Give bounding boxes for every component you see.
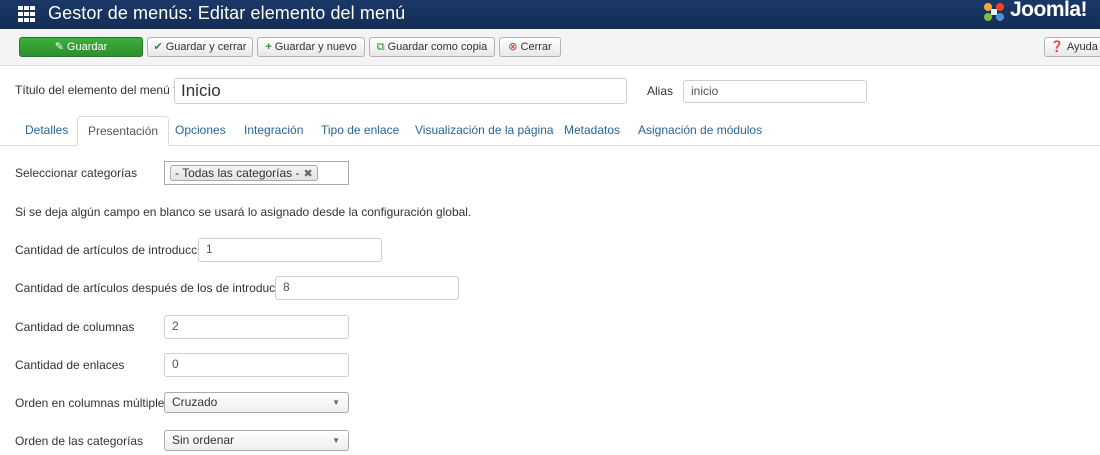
close-button[interactable]: ⊗ Cerrar bbox=[499, 37, 561, 57]
category-order-label: Orden de las categorías bbox=[15, 434, 144, 448]
categories-label: Seleccionar categorías bbox=[15, 166, 138, 180]
multi-column-order-label: Orden en columnas múltiples bbox=[15, 396, 171, 410]
category-order-select[interactable]: Sin ordenar ▼ bbox=[164, 430, 349, 451]
tab-bar: Detalles Presentación Opciones Integraci… bbox=[0, 116, 1100, 146]
save-button[interactable]: ✎ Guardar bbox=[19, 37, 143, 57]
category-chip: - Todas las categorías - ✖ bbox=[170, 165, 318, 181]
dropdown-arrow-icon: ▼ bbox=[332, 436, 340, 445]
copy-icon: ⧉ bbox=[376, 41, 385, 53]
alias-input[interactable]: inicio bbox=[683, 80, 867, 103]
plus-icon: + bbox=[265, 41, 272, 53]
tab-visualizacion[interactable]: Visualización de la página bbox=[415, 116, 554, 146]
save-new-button[interactable]: + Guardar y nuevo bbox=[257, 37, 365, 57]
grid-icon[interactable] bbox=[18, 6, 36, 22]
brand-name: Joomla! bbox=[1010, 0, 1088, 21]
after-intro-input[interactable]: 8 bbox=[275, 276, 459, 300]
toolbar: ✎ Guardar ✔ Guardar y cerrar + Guardar y nu… bbox=[0, 29, 1100, 66]
links-label: Cantidad de enlaces bbox=[15, 358, 125, 372]
alias-label: Alias bbox=[647, 84, 674, 98]
tab-tipo-enlace[interactable]: Tipo de enlace bbox=[321, 116, 399, 146]
edit-icon: ✎ bbox=[54, 41, 64, 53]
help-icon: ❓ bbox=[1050, 41, 1064, 53]
intro-label: Cantidad de artículos de introducción bbox=[15, 243, 214, 257]
dropdown-arrow-icon: ▼ bbox=[332, 398, 340, 407]
close-circle-icon: ⊗ bbox=[508, 41, 518, 53]
title-label: Título del elemento del menú * bbox=[15, 83, 178, 97]
links-input[interactable]: 0 bbox=[164, 353, 349, 377]
multi-column-order-select[interactable]: Cruzado ▼ bbox=[164, 392, 349, 413]
brand[interactable]: Joomla! bbox=[982, 0, 1100, 24]
tab-metadatos[interactable]: Metadatos bbox=[564, 116, 620, 146]
tab-opciones[interactable]: Opciones bbox=[175, 116, 226, 146]
columns-label: Cantidad de columnas bbox=[15, 320, 135, 334]
categories-select[interactable]: - Todas las categorías - ✖ bbox=[164, 161, 349, 185]
intro-input[interactable]: 1 bbox=[198, 238, 382, 262]
columns-input[interactable]: 2 bbox=[164, 315, 349, 339]
joomla-logo-icon bbox=[984, 3, 1004, 21]
after-intro-label: Cantidad de artículos después de los de … bbox=[15, 281, 298, 295]
page-title: Gestor de menús: Editar elemento del men… bbox=[48, 3, 406, 23]
tab-asignacion-modulos[interactable]: Asignación de módulos bbox=[638, 116, 762, 146]
save-copy-button[interactable]: ⧉ Guardar como copia bbox=[369, 37, 495, 57]
tab-detalles[interactable]: Detalles bbox=[14, 116, 79, 146]
title-input[interactable]: Inicio bbox=[174, 78, 627, 104]
remove-icon[interactable]: ✖ bbox=[304, 168, 313, 180]
save-close-button[interactable]: ✔ Guardar y cerrar bbox=[147, 37, 253, 57]
info-note: Si se deja algún campo en blanco se usar… bbox=[15, 205, 472, 219]
check-icon: ✔ bbox=[153, 41, 163, 53]
help-button[interactable]: ❓ Ayuda bbox=[1044, 37, 1100, 57]
tab-integracion[interactable]: Integración bbox=[244, 116, 303, 146]
app-header: Gestor de menús: Editar elemento del men… bbox=[0, 0, 1100, 29]
tab-presentacion[interactable]: Presentación bbox=[77, 116, 170, 146]
